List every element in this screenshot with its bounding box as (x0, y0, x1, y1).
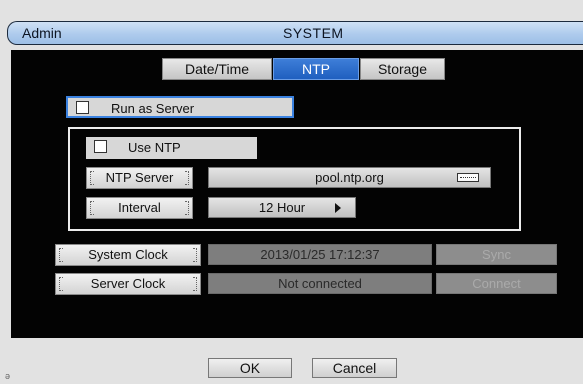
use-ntp-label: Use NTP (128, 140, 181, 155)
run-as-server-checkbox[interactable] (76, 101, 89, 114)
keyboard-icon[interactable] (457, 173, 479, 182)
ntp-server-value: pool.ntp.org (315, 170, 384, 185)
system-clock-label: System Clock (55, 244, 201, 266)
use-ntp-checkbox[interactable] (94, 140, 107, 153)
sync-button[interactable]: Sync (436, 244, 557, 265)
run-as-server-label: Run as Server (111, 101, 195, 116)
interval-select[interactable]: 12 Hour (208, 197, 356, 218)
ntp-server-label: NTP Server (86, 167, 193, 189)
interval-label: Interval (86, 197, 193, 219)
right-arrow-icon[interactable] (335, 203, 341, 213)
title-bar: Admin SYSTEM (7, 21, 583, 45)
window-title: SYSTEM (283, 25, 344, 41)
user-label: Admin (22, 25, 62, 41)
run-as-server-row[interactable]: Run as Server (66, 96, 294, 118)
system-window: Admin SYSTEM Date/Time NTP Storage Run a… (0, 0, 583, 384)
cancel-button[interactable]: Cancel (312, 358, 397, 378)
server-clock-label: Server Clock (55, 273, 201, 295)
server-clock-value: Not connected (208, 273, 432, 294)
tab-storage[interactable]: Storage (360, 58, 445, 80)
tab-ntp[interactable]: NTP (273, 58, 359, 80)
use-ntp-row[interactable]: Use NTP (86, 137, 257, 159)
tab-date-time[interactable]: Date/Time (162, 58, 272, 80)
interval-value: 12 Hour (258, 200, 306, 215)
corner-glyph: ə (5, 371, 11, 381)
system-clock-value: 2013/01/25 17:12:37 (208, 244, 432, 265)
connect-button[interactable]: Connect (436, 273, 557, 294)
ntp-server-input[interactable]: pool.ntp.org (208, 167, 491, 188)
ok-button[interactable]: OK (208, 358, 292, 378)
